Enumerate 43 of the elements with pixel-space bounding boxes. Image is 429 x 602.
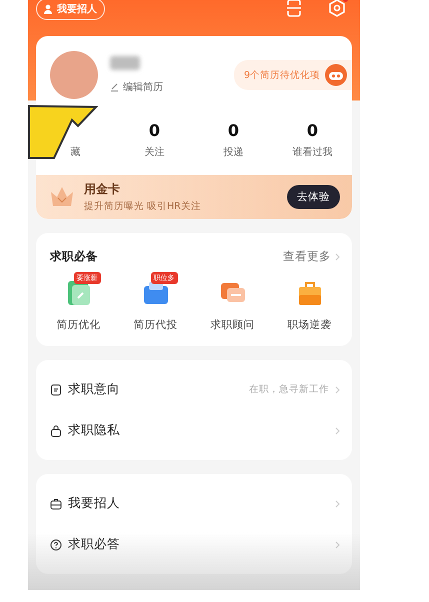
tool-item[interactable]: 职场逆袭 bbox=[271, 270, 348, 332]
chevron-icon bbox=[335, 252, 340, 260]
menu-row[interactable]: 求职意向 在职，急寻新工作 bbox=[36, 369, 352, 410]
vip-card-title: 用金卡 bbox=[84, 181, 121, 198]
chevron-icon bbox=[335, 500, 340, 508]
help-icon bbox=[50, 538, 62, 550]
menu-label: 求职意向 bbox=[68, 381, 121, 398]
menu-label: 求职隐私 bbox=[68, 422, 121, 439]
scan-icon bbox=[286, 0, 302, 17]
blurred-name bbox=[110, 56, 140, 70]
chevron-icon bbox=[335, 540, 340, 548]
pointer-arrow bbox=[28, 104, 98, 160]
avatar[interactable] bbox=[50, 51, 98, 99]
scan-button[interactable] bbox=[286, 0, 302, 17]
chevron-icon bbox=[335, 386, 340, 394]
vip-card-subtitle: 提升简历曝光 吸引HR关注 bbox=[84, 200, 202, 213]
person-icon bbox=[44, 4, 54, 14]
menu-value: 在职，急寻新工作 bbox=[249, 383, 329, 396]
stat-value: 0 bbox=[228, 121, 240, 140]
stat-value: 0 bbox=[306, 121, 318, 140]
stat-label[interactable]: 谁看过我 bbox=[292, 145, 332, 159]
menu-label: 我要招人 bbox=[68, 495, 121, 512]
tool-item[interactable]: 求职顾问 bbox=[194, 270, 271, 332]
document-icon bbox=[50, 384, 62, 396]
robot-icon bbox=[324, 63, 348, 87]
settings-button[interactable] bbox=[328, 0, 346, 17]
briefcase-icon bbox=[50, 498, 62, 510]
stat-label[interactable]: 投递 bbox=[224, 145, 244, 159]
menu-row[interactable]: 求职隐私 bbox=[36, 410, 352, 451]
try-button[interactable]: 去体验 bbox=[287, 185, 340, 209]
menu-label: 求职必答 bbox=[68, 536, 121, 553]
edit-resume-link[interactable]: 编辑简历 bbox=[110, 80, 222, 94]
lock-icon bbox=[50, 424, 62, 436]
pen-icon bbox=[110, 82, 119, 92]
section-title: 求职必备 bbox=[50, 249, 98, 264]
stat-value: 0 bbox=[148, 121, 160, 140]
menu-row[interactable]: 我要招人 bbox=[36, 483, 352, 524]
chevron-icon bbox=[335, 426, 340, 434]
stat-label[interactable]: 藏 bbox=[70, 145, 80, 159]
view-more-link[interactable]: 查看更多 bbox=[283, 249, 340, 264]
menu-row[interactable]: 求职必答 bbox=[36, 524, 352, 565]
stat-label[interactable]: 关注 bbox=[144, 145, 164, 159]
settings-icon bbox=[328, 0, 346, 17]
